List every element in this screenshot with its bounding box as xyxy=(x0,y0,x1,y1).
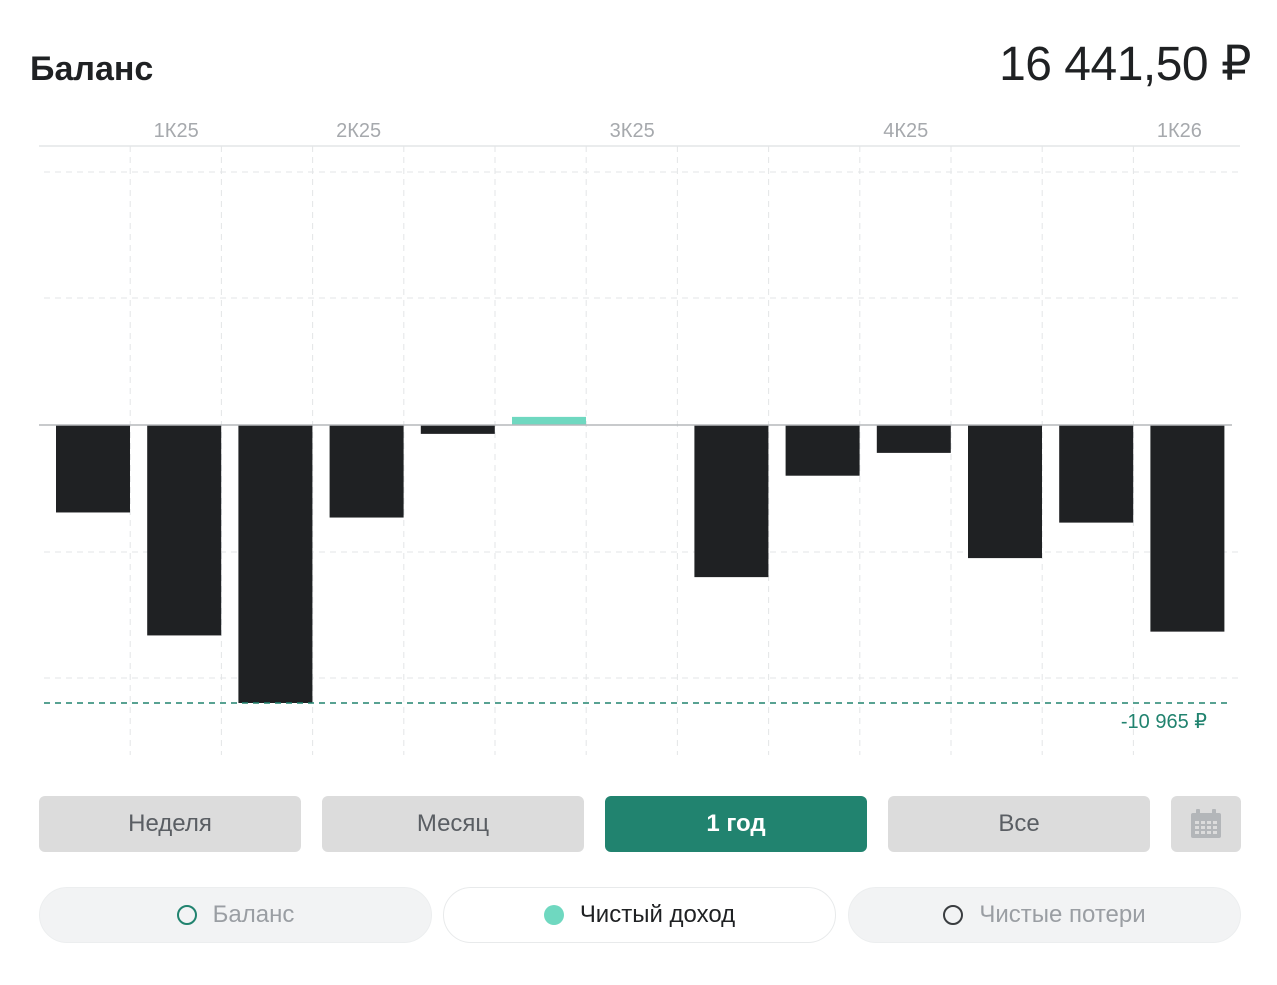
range-year-button[interactable]: 1 год xyxy=(605,796,867,852)
radio-empty-icon xyxy=(943,905,964,925)
legend-label: Чистый доход xyxy=(579,901,736,928)
balance-total: 16 441,50 ₽ xyxy=(999,38,1251,91)
range-week-button[interactable]: Неделя xyxy=(39,796,301,852)
legend-label: Чистые потери xyxy=(979,901,1146,928)
bar-negative xyxy=(147,425,222,636)
legend-net-loss-toggle[interactable]: Чистые потери xyxy=(848,887,1241,943)
radio-empty-icon xyxy=(176,905,197,925)
legend-balance-toggle[interactable]: Баланс xyxy=(39,887,432,943)
quarter-tick-label: 1К26 xyxy=(1157,120,1202,142)
bar-negative xyxy=(420,425,495,434)
bar-negative xyxy=(785,425,860,476)
calendar-icon xyxy=(1191,809,1221,838)
range-selector: Неделя Месяц 1 год Все xyxy=(39,796,1241,852)
bar-negative xyxy=(329,425,404,518)
range-all-button[interactable]: Все xyxy=(888,796,1150,852)
bar-chart: 1К25 2К25 3К25 4К25 1К26 -10 965 ₽ xyxy=(39,120,1240,755)
bar-negative xyxy=(238,425,313,703)
legend-net-income-toggle[interactable]: Чистый доход xyxy=(443,887,836,943)
bar-negative xyxy=(876,425,951,453)
bar-negative xyxy=(694,425,769,578)
bar-negative xyxy=(1150,425,1225,632)
legend-label: Баланс xyxy=(212,901,295,928)
bar-positive xyxy=(512,416,586,425)
page-title: Баланс xyxy=(30,50,154,88)
bar-negative xyxy=(1059,425,1134,523)
quarter-tick-label: 4К25 xyxy=(883,120,928,142)
radio-filled-icon xyxy=(543,905,564,925)
quarter-tick-label: 3К25 xyxy=(610,120,655,142)
quarter-tick-label: 2К25 xyxy=(336,120,381,142)
bar-negative xyxy=(968,425,1042,559)
bar-negative xyxy=(56,425,130,513)
quarter-tick-label: 1К25 xyxy=(154,120,199,142)
calendar-button[interactable] xyxy=(1171,796,1241,852)
range-month-button[interactable]: Месяц xyxy=(322,796,584,852)
legend-toggles: Баланс Чистый доход Чистые потери xyxy=(39,887,1241,943)
header: Баланс 16 441,50 ₽ xyxy=(30,30,1251,100)
min-reference-label: -10 965 ₽ xyxy=(1121,711,1207,733)
